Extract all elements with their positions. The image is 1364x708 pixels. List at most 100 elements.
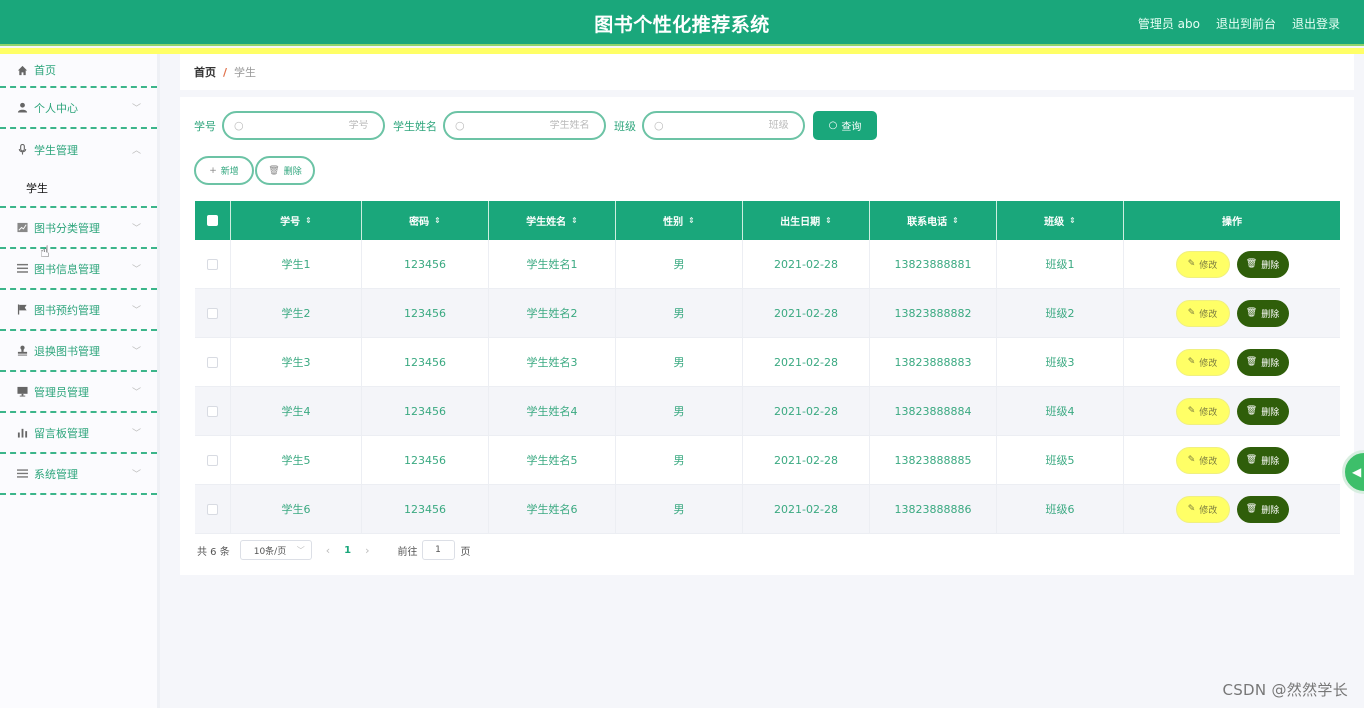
sidebar-item-label: 退换图书管理 (34, 344, 100, 358)
row-checkbox[interactable] (207, 405, 218, 417)
sort-icon[interactable]: ⇕ (434, 216, 441, 225)
trash-icon: 🗑 (1245, 259, 1258, 269)
student-no-input[interactable] (243, 120, 379, 131)
sidebar-item-book-reservation[interactable]: 图书预约管理 ﹀ (0, 290, 157, 331)
column-header-gender[interactable]: 性别 ⇕ (616, 201, 743, 240)
select-all-cell (195, 201, 231, 240)
sidebar-item-home[interactable]: 首页 (0, 54, 157, 88)
prev-page-button[interactable]: ‹ (326, 544, 330, 557)
sidebar-item-label: 个人中心 (34, 101, 78, 115)
cell-gender: 男 (616, 338, 743, 386)
monitor-icon (16, 386, 28, 398)
row-checkbox[interactable] (207, 356, 218, 368)
edit-button-label: 修改 (1199, 358, 1218, 369)
delete-button[interactable]: 🗑 删除 (1236, 348, 1289, 376)
students-table: 学号 ⇕ 密码 ⇕ 学生姓名 ⇕ 性别 ⇕ 出生日期 ⇕ 联系电话 ⇕ 班级 ⇕ 操作 学生1… (195, 201, 1340, 534)
cell-phone: 13823888882 (870, 289, 997, 337)
column-header-student-no[interactable]: 学号 ⇕ (231, 201, 362, 240)
sidebar-item-book-info[interactable]: 图书信息管理 ﹀ (0, 249, 157, 290)
student-no-label: 学号 (194, 119, 216, 133)
class-label: 班级 (614, 119, 636, 133)
cell-phone: 13823888883 (870, 338, 997, 386)
sidebar-item-admin-management[interactable]: 管理员管理 ﹀ (0, 372, 157, 413)
breadcrumb-separator: / (223, 65, 228, 79)
edit-button[interactable]: ✎ 修改 (1175, 495, 1230, 523)
next-page-button[interactable]: › (365, 544, 369, 557)
cell-phone: 13823888884 (870, 387, 997, 435)
delete-button[interactable]: 🗑 删除 (1236, 250, 1289, 278)
edit-button[interactable]: ✎ 修改 (1175, 446, 1230, 474)
top-header: 图书个性化推荐系统 管理员 abo 退出到前台 退出登录 (0, 0, 1364, 46)
logout-link[interactable]: 退出登录 (1292, 15, 1340, 32)
sidebar-item-message-board[interactable]: 留言板管理 ﹀ (0, 413, 157, 454)
edit-button[interactable]: ✎ 修改 (1175, 250, 1230, 278)
back-to-front-link[interactable]: 退出到前台 (1216, 15, 1276, 32)
delete-button-label: 删除 (1261, 407, 1280, 418)
row-actions: ✎ 修改 🗑 删除 (1124, 387, 1340, 435)
trash-icon: 🗑 (268, 165, 280, 176)
chevron-down-icon: ﹀ (131, 387, 141, 398)
edit-button[interactable]: ✎ 修改 (1175, 397, 1230, 425)
edit-button[interactable]: ✎ 修改 (1175, 299, 1230, 327)
sidebar-item-personal-center[interactable]: 个人中心 ﹀ (0, 88, 157, 129)
column-header-password[interactable]: 密码 ⇕ (362, 201, 489, 240)
select-all-checkbox[interactable] (207, 215, 218, 226)
cell-password: 123456 (362, 338, 489, 386)
column-header-birth-date[interactable]: 出生日期 ⇕ (743, 201, 870, 240)
sidebar-item-label: 系统管理 (34, 467, 78, 481)
cell-password: 123456 (362, 485, 489, 533)
sidebar-item-label: 学生管理 (34, 143, 78, 157)
delete-button-label: 删除 (1261, 260, 1280, 271)
row-checkbox[interactable] (207, 454, 218, 466)
delete-button[interactable]: 🗑 删除 (1236, 495, 1289, 523)
edit-icon: ✎ (1187, 406, 1196, 416)
search-icon: ○ (455, 119, 465, 132)
sort-icon[interactable]: ⇕ (305, 216, 312, 225)
sort-icon[interactable]: ⇕ (688, 216, 695, 225)
row-checkbox[interactable] (207, 503, 218, 515)
query-button-label: 查询 (841, 122, 862, 133)
row-select-cell (195, 387, 231, 435)
sort-icon[interactable]: ⇕ (1069, 216, 1076, 225)
trash-icon: 🗑 (1245, 357, 1258, 367)
cell-class: 班级4 (997, 387, 1124, 435)
page-size-select[interactable]: 10条/页 ﹀ (239, 540, 312, 560)
add-button[interactable]: + 新增 (194, 156, 254, 185)
sidebar: 首页 个人中心 ﹀ 学生管理 ︿ 学生 图书分类管理 ﹀ 图书信息管理 ﹀ 图书… (0, 54, 160, 708)
delete-button[interactable]: 🗑 删除 (1236, 446, 1289, 474)
table-row: 学生2 123456 学生姓名2 男 2021-02-28 13823888882 班级2 ✎… (195, 289, 1340, 338)
column-header-name[interactable]: 学生姓名 ⇕ (489, 201, 616, 240)
trash-icon: 🗑 (1245, 308, 1258, 318)
chart-icon (16, 222, 28, 234)
class-input[interactable] (663, 120, 799, 131)
row-checkbox[interactable] (207, 307, 218, 319)
column-header-phone[interactable]: 联系电话 ⇕ (870, 201, 997, 240)
sort-icon[interactable]: ⇕ (571, 216, 578, 225)
sort-icon[interactable]: ⇕ (952, 216, 959, 225)
column-header-class[interactable]: 班级 ⇕ (997, 201, 1124, 240)
breadcrumb-home[interactable]: 首页 (194, 64, 216, 80)
sidebar-item-label: 留言板管理 (34, 426, 89, 440)
sidebar-item-book-category[interactable]: 图书分类管理 ﹀ (0, 208, 157, 249)
breadcrumb-current: 学生 (234, 66, 257, 79)
delete-button[interactable]: 🗑 删除 (1236, 397, 1289, 425)
page-number-current[interactable]: 1 (344, 545, 351, 556)
plus-icon: + (209, 165, 217, 176)
goto-page-input[interactable] (421, 540, 455, 560)
table-row: 学生5 123456 学生姓名5 男 2021-02-28 13823888885 班级5 ✎… (195, 436, 1340, 485)
edit-button[interactable]: ✎ 修改 (1175, 348, 1230, 376)
cell-password: 123456 (362, 289, 489, 337)
cell-gender: 男 (616, 387, 743, 435)
batch-delete-button[interactable]: 🗑 删除 (255, 156, 315, 185)
student-name-input[interactable] (464, 120, 600, 131)
sidebar-subitem-student[interactable]: 学生 (0, 170, 157, 208)
sidebar-item-student-management[interactable]: 学生管理 ︿ (0, 129, 157, 170)
row-checkbox[interactable] (207, 258, 218, 270)
query-button[interactable]: ○ 查询 (813, 111, 877, 140)
delete-button[interactable]: 🗑 删除 (1236, 299, 1289, 327)
sidebar-item-book-return[interactable]: 退换图书管理 ﹀ (0, 331, 157, 372)
sort-icon[interactable]: ⇕ (825, 216, 832, 225)
edit-button-label: 修改 (1199, 505, 1218, 516)
sidebar-item-system-management[interactable]: 系统管理 ﹀ (0, 454, 157, 495)
trash-icon: 🗑 (1245, 504, 1258, 514)
